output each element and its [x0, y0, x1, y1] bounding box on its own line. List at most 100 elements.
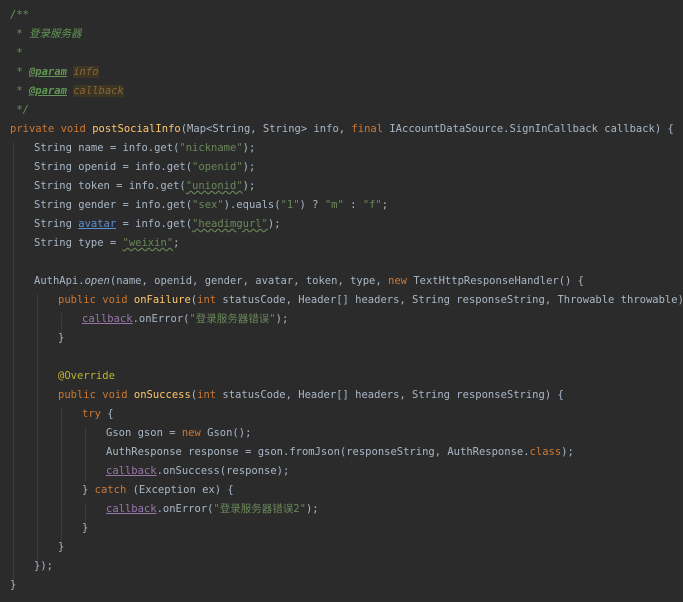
method-name[interactable]: postSocialInfo	[92, 123, 181, 135]
field-callback[interactable]: callback	[106, 465, 157, 477]
code-text: AuthResponse response = gson.fromJson(re…	[106, 446, 530, 458]
code-line: } catch (Exception ex) {	[82, 481, 234, 500]
comment-text: /**	[10, 9, 29, 21]
code-line: callback.onSuccess(response);	[106, 462, 289, 481]
code-line: * @param info	[10, 63, 99, 82]
method-name[interactable]: onSuccess	[134, 389, 191, 401]
javadoc-param-tag: @param	[28, 66, 67, 78]
field-callback[interactable]: callback	[106, 503, 157, 515]
code-text: }	[82, 484, 95, 496]
indent-guide	[61, 408, 62, 546]
code-text: .onError(	[156, 503, 214, 515]
code-line: @Override	[58, 367, 115, 386]
code-text: );	[267, 218, 281, 230]
code-line: }	[10, 576, 16, 595]
keyword: public	[58, 294, 96, 306]
code-text: .onSuccess(response);	[156, 465, 290, 477]
code-line: }	[58, 538, 64, 557]
code-text: );	[242, 142, 256, 154]
code-text: }	[10, 579, 17, 591]
comment-text: *	[10, 47, 23, 59]
string-literal: "openid"	[192, 161, 243, 173]
code-text: ;	[173, 237, 180, 249]
code-text: );	[305, 503, 319, 515]
code-text: (name, openid, gender, avatar, token, ty…	[109, 275, 389, 287]
indent-guide	[37, 294, 38, 564]
keyword: void	[102, 294, 128, 306]
code-line: String avatar = info.get("headimgurl");	[34, 215, 281, 234]
keyword: catch	[94, 484, 127, 496]
keyword: new	[181, 427, 201, 439]
javadoc-param-name: info	[73, 66, 99, 78]
field-callback[interactable]: callback	[82, 313, 133, 325]
code-line: String name = info.get("nickname");	[34, 139, 255, 158]
code-text: );	[275, 313, 289, 325]
keyword: private	[10, 123, 55, 135]
keyword: final	[351, 123, 384, 135]
code-text: Gson();	[200, 427, 252, 439]
code-text: }	[82, 522, 89, 534]
code-text: ).equals(	[223, 199, 281, 211]
code-text: });	[34, 560, 53, 572]
code-text: ) ?	[299, 199, 325, 211]
code-text: TextHttpResponseHandler() {	[407, 275, 585, 287]
code-text: );	[242, 180, 256, 192]
code-text: String	[34, 218, 79, 230]
code-text: String name = info.get(	[34, 142, 180, 154]
code-text: Gson gson =	[106, 427, 182, 439]
code-line: }	[82, 519, 88, 538]
code-line: try {	[82, 405, 114, 424]
string-literal: "nickname"	[179, 142, 243, 154]
indent-guide	[85, 427, 86, 482]
method-signature-line: private void postSocialInfo(Map<String, …	[10, 120, 674, 139]
string-literal: "weixin"	[122, 237, 174, 249]
code-text: AuthApi.	[34, 275, 85, 287]
string-literal: "headimgurl"	[192, 218, 268, 230]
annotation: @Override	[58, 370, 115, 382]
code-line: public void onFailure(int statusCode, He…	[58, 291, 683, 310]
code-text: );	[242, 161, 256, 173]
code-text: = info.get(	[116, 218, 193, 230]
keyword: new	[388, 275, 407, 287]
code-line: String openid = info.get("openid");	[34, 158, 255, 177]
code-text: .onError(	[132, 313, 190, 325]
code-line: String type = "weixin";	[34, 234, 179, 253]
code-editor[interactable]: /** * 登录服务器 * * @param info * @param cal…	[0, 0, 683, 602]
keyword: void	[60, 123, 86, 135]
code-line: });	[34, 557, 53, 576]
comment-text: */	[10, 104, 29, 116]
code-line: String gender = info.get("sex").equals("…	[34, 196, 388, 215]
keyword: class	[529, 446, 562, 458]
code-text: }	[58, 541, 65, 553]
code-text: }	[58, 332, 65, 344]
code-line: callback.onError("登录服务器错误");	[82, 310, 288, 329]
code-text: String openid = info.get(	[34, 161, 193, 173]
code-line: AuthResponse response = gson.fromJson(re…	[106, 443, 574, 462]
code-line: *	[10, 44, 23, 63]
code-line: }	[58, 329, 64, 348]
code-text: (Exception ex) {	[126, 484, 234, 496]
code-text: IAccountDataSource.SignInCallback callba…	[383, 123, 674, 135]
code-line: Gson gson = new Gson();	[106, 424, 251, 443]
code-line: * @param callback	[10, 82, 124, 101]
comment-text: *	[10, 85, 29, 97]
code-line: */	[10, 101, 29, 120]
code-text: String token = info.get(	[34, 180, 186, 192]
keyword: int	[197, 294, 217, 306]
method-name[interactable]: onFailure	[134, 294, 191, 306]
code-line: AuthApi.open(name, openid, gender, avata…	[34, 272, 584, 291]
comment-text: * 登录服务器	[10, 28, 82, 40]
static-method[interactable]: open	[85, 275, 110, 287]
keyword: int	[197, 389, 217, 401]
string-literal: "f"	[362, 199, 382, 211]
code-line: * 登录服务器	[10, 25, 81, 44]
keyword: try	[82, 408, 101, 420]
code-line: /**	[10, 6, 29, 25]
javadoc-param-name: callback	[73, 85, 124, 97]
string-literal: "登录服务器错误"	[189, 313, 276, 325]
comment-text: *	[10, 66, 29, 78]
string-literal: "sex"	[192, 199, 224, 211]
javadoc-param-tag: @param	[28, 85, 67, 97]
code-line: callback.onError("登录服务器错误2");	[106, 500, 319, 519]
variable-avatar[interactable]: avatar	[78, 218, 116, 230]
